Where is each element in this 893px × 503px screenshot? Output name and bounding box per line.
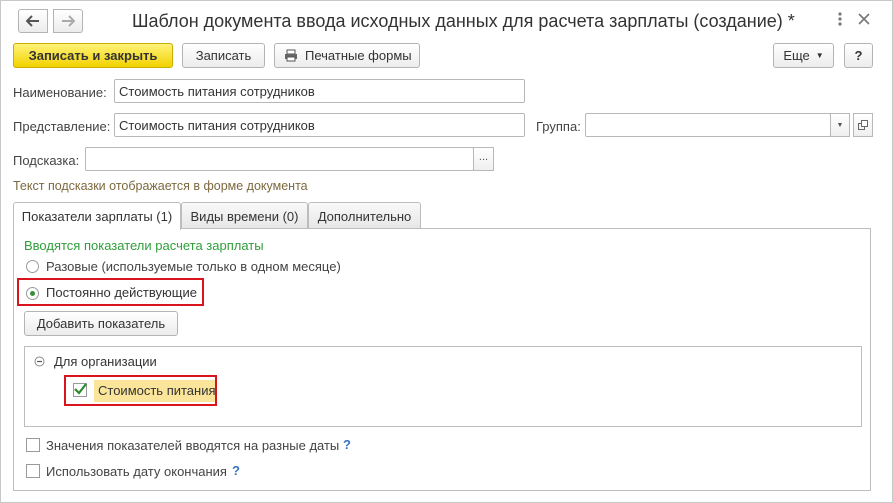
save-and-close-button[interactable]: Записать и закрыть bbox=[13, 43, 173, 68]
end-date-label: Использовать дату окончания bbox=[46, 464, 227, 479]
more-menu-icon[interactable] bbox=[832, 9, 848, 29]
radio-onetime[interactable] bbox=[26, 260, 39, 273]
presentation-field[interactable]: Стоимость питания сотрудников bbox=[114, 113, 525, 137]
presentation-label: Представление: bbox=[13, 119, 111, 134]
chevron-down-icon: ▼ bbox=[836, 121, 844, 129]
help-button[interactable]: ? bbox=[844, 43, 873, 68]
diff-dates-help-icon[interactable]: ? bbox=[343, 437, 351, 452]
print-forms-button[interactable]: Печатные формы bbox=[274, 43, 420, 68]
hint-note: Текст подсказки отображается в форме док… bbox=[13, 179, 308, 193]
hint-select-button[interactable]: ... bbox=[473, 147, 494, 171]
printer-icon bbox=[285, 49, 297, 62]
diff-dates-checkbox[interactable] bbox=[26, 438, 40, 452]
collapse-icon[interactable] bbox=[34, 355, 45, 367]
forward-button[interactable] bbox=[53, 9, 83, 33]
name-label: Наименование: bbox=[13, 85, 107, 100]
group-field[interactable] bbox=[585, 113, 831, 137]
end-date-checkbox[interactable] bbox=[26, 464, 40, 478]
radio-onetime-label: Разовые (используемые только в одном мес… bbox=[46, 259, 341, 274]
window-title: Шаблон документа ввода исходных данных д… bbox=[132, 11, 795, 31]
print-forms-label: Печатные формы bbox=[305, 48, 412, 63]
add-indicator-button[interactable]: Добавить показатель bbox=[24, 311, 178, 336]
save-button[interactable]: Записать bbox=[182, 43, 265, 68]
arrow-left-icon bbox=[26, 15, 39, 27]
tab-salary-indicators[interactable]: Показатели зарплаты (1) bbox=[13, 202, 181, 230]
end-date-help-icon[interactable]: ? bbox=[232, 463, 240, 478]
more-label: Еще bbox=[783, 48, 810, 63]
group-dropdown-button[interactable]: ▼ bbox=[830, 113, 850, 137]
hint-label: Подсказка: bbox=[13, 153, 80, 168]
chevron-down-icon: ▼ bbox=[815, 51, 824, 60]
ellipsis-icon: ... bbox=[478, 151, 489, 163]
group-label: Группа: bbox=[536, 119, 581, 134]
hint-field[interactable] bbox=[85, 147, 474, 171]
arrow-right-icon bbox=[62, 15, 75, 27]
open-link-icon bbox=[858, 120, 868, 130]
group-open-button[interactable] bbox=[853, 113, 873, 137]
highlight-frame bbox=[17, 278, 204, 306]
section-title: Вводятся показатели расчета зарплаты bbox=[24, 238, 264, 253]
back-button[interactable] bbox=[18, 9, 48, 33]
close-icon[interactable] bbox=[856, 11, 872, 27]
tab-additional[interactable]: Дополнительно bbox=[308, 202, 421, 229]
diff-dates-label: Значения показателей вводятся на разные … bbox=[46, 438, 340, 453]
tree-group-label: Для организации bbox=[54, 354, 157, 369]
name-field[interactable]: Стоимость питания сотрудников bbox=[114, 79, 525, 103]
tab-time-types[interactable]: Виды времени (0) bbox=[181, 202, 308, 229]
highlight-frame bbox=[64, 375, 217, 406]
more-button[interactable]: Еще ▼ bbox=[773, 43, 834, 68]
